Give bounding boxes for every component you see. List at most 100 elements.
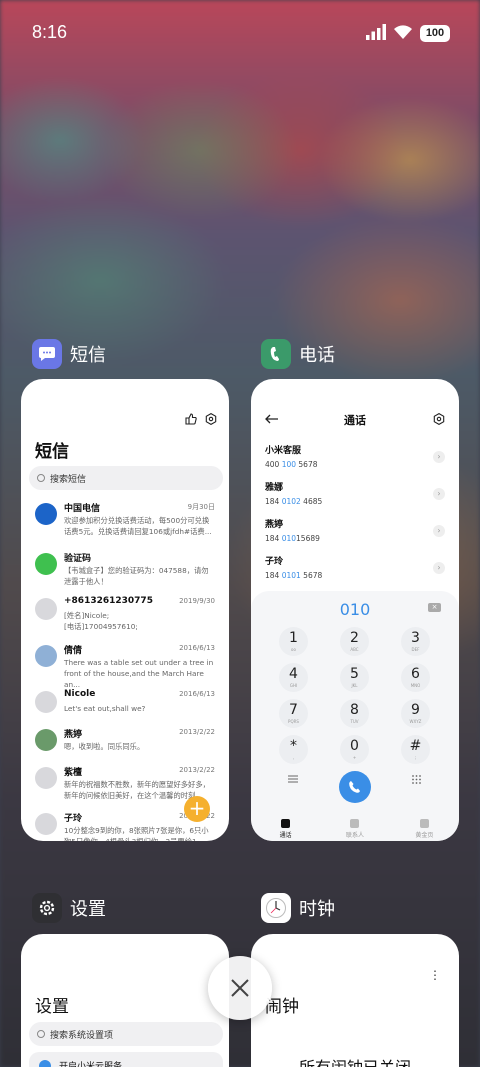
phone-app-icon <box>261 339 291 369</box>
clock-app-icon <box>261 893 291 923</box>
key-letters: TUV <box>350 719 359 724</box>
call-button[interactable] <box>339 771 371 803</box>
alarm-status-message: 所有闹钟已关闭 <box>251 1054 459 1067</box>
search-input[interactable]: 搜索系统设置项 <box>29 1022 223 1046</box>
contact-row[interactable]: 雅娜 184 0102 4685 › <box>265 480 445 506</box>
tab-2[interactable]: 黄金页 <box>390 819 459 839</box>
avatar <box>35 767 57 789</box>
dial-key[interactable]: 8 TUV <box>340 699 369 728</box>
tab-label: 联系人 <box>345 832 364 839</box>
message-preview: [姓名]Nicole; [电话]17004957610; <box>64 611 138 631</box>
number-match: 100 <box>281 460 297 469</box>
contact-row[interactable]: 子玲 184 0101 5678 › <box>265 554 445 580</box>
settings-icon[interactable] <box>433 413 445 425</box>
dial-key[interactable]: 7 PQRS <box>279 699 308 728</box>
battery-indicator: 100 <box>420 25 450 42</box>
app-name-clock: 时钟 <box>299 899 335 919</box>
dial-key[interactable]: 0 + <box>340 735 369 764</box>
key-digit: 0 <box>350 738 359 754</box>
dial-key[interactable]: 5 JKL <box>340 663 369 692</box>
message-preview: Let's eat out,shall we? <box>64 704 146 713</box>
contact-name: 小米客服 <box>265 446 302 456</box>
key-digit: 4 <box>289 666 298 682</box>
key-letters: PQRS <box>288 719 299 724</box>
tab-0[interactable]: 通话 <box>251 819 320 839</box>
dial-key[interactable]: 9 WXYZ <box>401 699 430 728</box>
avatar <box>35 729 57 751</box>
menu-icon[interactable] <box>288 775 298 783</box>
number-match: 010 <box>281 534 297 543</box>
new-message-button[interactable]: + <box>184 796 210 822</box>
search-placeholder: 搜索系统设置项 <box>50 1030 114 1041</box>
app-header-settings[interactable]: 设置 <box>32 893 106 923</box>
key-digit: 2 <box>350 630 359 646</box>
more-options-icon[interactable]: ⋮ <box>429 968 441 982</box>
chevron-right-icon[interactable]: › <box>433 525 445 537</box>
app-header-phone[interactable]: 电话 <box>261 339 335 369</box>
phone-app-card[interactable]: 通话 小米客服 400 100 5678 › 雅娜 184 0102 4685 › 燕婷 18… <box>251 379 459 841</box>
search-placeholder: 搜索短信 <box>50 474 87 485</box>
contact-number: 400 100 5678 <box>265 460 445 469</box>
clear-all-button[interactable] <box>208 956 272 1020</box>
dial-key[interactable]: 6 MNO <box>401 663 430 692</box>
dial-key[interactable]: 4 GHI <box>279 663 308 692</box>
clock-time: 8:16 <box>32 22 68 42</box>
app-name-phone: 电话 <box>299 345 335 365</box>
dial-key[interactable]: #; <box>401 735 430 764</box>
settings-app-card[interactable]: 设置 搜索系统设置项 开启小米云服务 <box>21 934 229 1067</box>
tab-label: 黄金页 <box>415 832 434 839</box>
chevron-right-icon[interactable]: › <box>433 451 445 463</box>
contact-number: 184 01015689 <box>265 534 445 543</box>
tab-1[interactable]: 联系人 <box>320 819 389 839</box>
dial-key[interactable]: 3 DEF <box>401 627 430 656</box>
sender-name: +8613261230775 <box>64 596 153 606</box>
sender-name: 紫檀 <box>64 768 83 778</box>
contact-row[interactable]: 燕婷 184 01015689 › <box>265 517 445 543</box>
app-header-sms[interactable]: 短信 <box>32 339 106 369</box>
avatar <box>35 645 57 667</box>
key-digit: 7 <box>289 702 298 718</box>
key-letters: ABC <box>350 647 359 652</box>
close-icon <box>231 979 249 997</box>
page-title: 通话 <box>344 414 366 427</box>
contact-number: 184 0101 5678 <box>265 571 445 580</box>
avatar <box>35 691 57 713</box>
avatar <box>35 813 57 835</box>
sms-app-card[interactable]: 短信 搜索短信 中国电信 9月30日 欢迎参加积分兑换话费活动，每500分可兑换话费… <box>21 379 229 841</box>
message-date: 2013/2/22 <box>179 728 215 736</box>
phone-icon <box>349 781 360 793</box>
keypad-icon[interactable] <box>412 775 421 784</box>
signal-icon <box>366 24 386 40</box>
message-preview: There was a table set out under a tree i… <box>64 658 214 689</box>
dial-key[interactable]: *, <box>279 735 308 764</box>
sender-name: 验证码 <box>64 554 92 564</box>
dial-key[interactable]: 2 ABC <box>340 627 369 656</box>
app-name-settings: 设置 <box>70 899 106 919</box>
key-letters: + <box>352 755 357 760</box>
key-letters: oo <box>291 647 296 652</box>
backspace-icon[interactable]: × <box>428 603 441 612</box>
message-preview: 10分整念9到的你，8张照片7张是你，6只小狗5只像你，4根骨头3根归你，2号要… <box>64 826 209 841</box>
search-input[interactable]: 搜索短信 <box>29 466 223 490</box>
message-preview: 欢迎参加积分兑换话费活动，每500分可兑换话费5元。兑换话费请回复106或jfd… <box>64 516 212 536</box>
app-header-clock[interactable]: 时钟 <box>261 893 335 923</box>
message-date: 2016/6/13 <box>179 690 215 698</box>
key-digit: 1 <box>289 630 298 646</box>
key-digit: * <box>290 738 297 754</box>
dial-key[interactable]: 1 oo <box>279 627 308 656</box>
clock-app-card[interactable]: ⋮ 闹钟 所有闹钟已关闭 <box>251 934 459 1067</box>
settings-icon[interactable] <box>205 413 217 425</box>
cloud-service-item[interactable]: 开启小米云服务 <box>29 1052 223 1067</box>
chevron-right-icon[interactable]: › <box>433 562 445 574</box>
key-digit: 6 <box>411 666 420 682</box>
message-date: 9月30日 <box>187 503 215 511</box>
contact-row[interactable]: 小米客服 400 100 5678 › <box>265 443 445 469</box>
sender-name: 子玲 <box>64 814 83 824</box>
thumb-icon[interactable] <box>185 413 197 425</box>
key-digit: 9 <box>411 702 420 718</box>
key-letters: DEF <box>411 647 420 652</box>
key-digit: 5 <box>350 666 359 682</box>
chevron-right-icon[interactable]: › <box>433 488 445 500</box>
number-match: 0102 <box>281 497 301 506</box>
sender-name: Nicole <box>64 689 96 699</box>
